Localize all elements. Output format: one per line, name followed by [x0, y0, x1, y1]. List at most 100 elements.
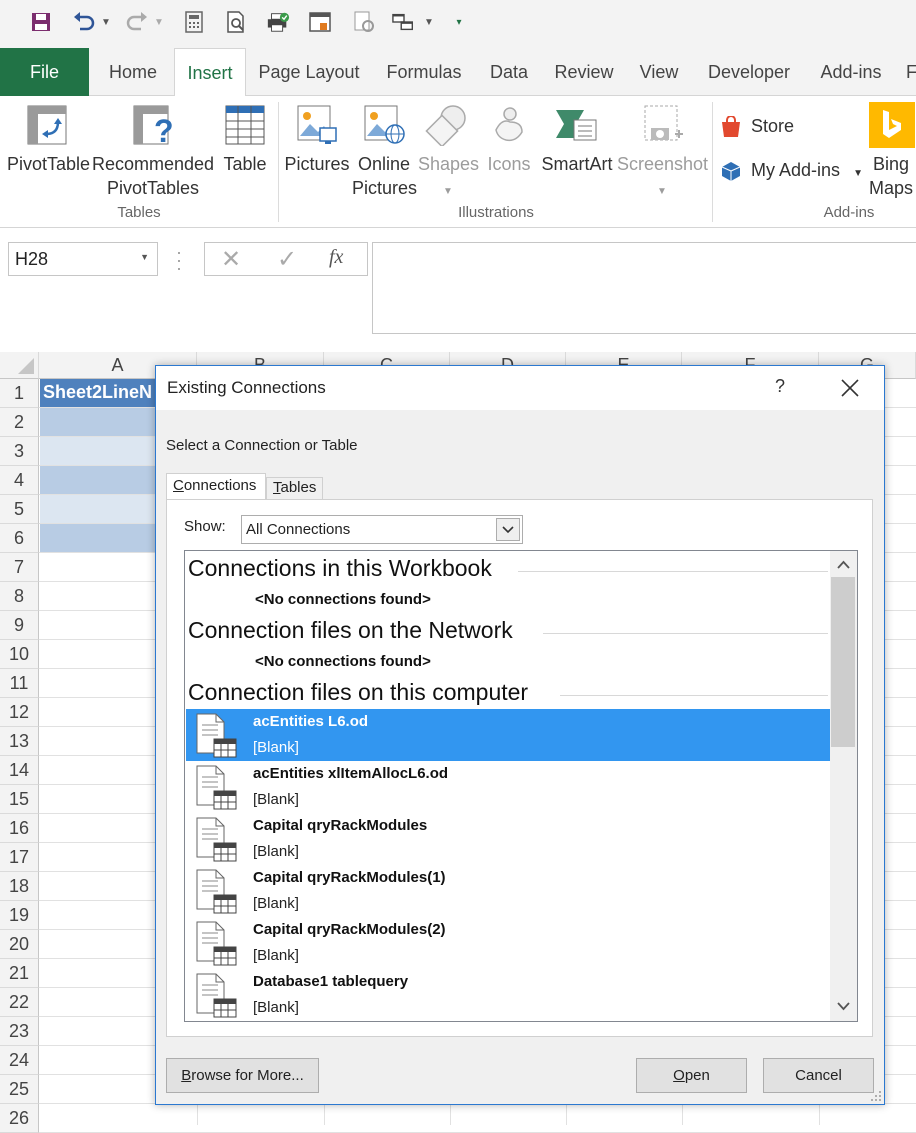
row-header[interactable]: 22 [0, 988, 39, 1017]
shapes-label: Shapes [418, 154, 480, 174]
page-setup-icon[interactable] [308, 10, 332, 34]
quick-print-icon[interactable] [266, 10, 290, 34]
smartart-button[interactable]: SmartArt [540, 104, 614, 176]
cell-a3[interactable] [40, 437, 158, 466]
name-box-dropdown-icon[interactable]: ▼ [140, 252, 149, 262]
row-header[interactable]: 3 [0, 437, 39, 466]
formula-input[interactable] [372, 242, 916, 334]
row-header[interactable]: 19 [0, 901, 39, 930]
row-header[interactable]: 18 [0, 872, 39, 901]
cell-a5[interactable] [40, 495, 158, 524]
row-header[interactable]: 17 [0, 843, 39, 872]
arrange-dropdown-icon[interactable]: ▼ [422, 10, 436, 34]
cell-a4[interactable] [40, 466, 158, 495]
insert-function-icon[interactable]: fx [329, 246, 343, 269]
select-all-corner[interactable] [0, 352, 39, 379]
open-button[interactable]: Open [636, 1058, 747, 1093]
my-addins-button[interactable]: My Add-ins ▼ [720, 158, 863, 186]
row-header[interactable]: 4 [0, 466, 39, 495]
connection-item[interactable]: acEntities L6.od [Blank] [186, 709, 830, 761]
list-scrollbar[interactable] [830, 551, 857, 1021]
online-pictures-button[interactable]: Online Pictures [352, 104, 417, 200]
undo-dropdown-icon[interactable]: ▼ [99, 10, 113, 34]
print-preview-icon[interactable] [224, 10, 248, 34]
table-button[interactable]: Table [220, 104, 270, 176]
row-header[interactable]: 25 [0, 1075, 39, 1104]
row-header[interactable]: 8 [0, 582, 39, 611]
row-header[interactable]: 9 [0, 611, 39, 640]
customize-icon[interactable]: ▾ [452, 10, 466, 34]
row-header[interactable]: 23 [0, 1017, 39, 1046]
close-icon[interactable] [836, 374, 864, 402]
tab-insert[interactable]: Insert [174, 48, 246, 97]
tab-data[interactable]: Data [483, 48, 535, 96]
tab-add-ins[interactable]: Add-ins [812, 48, 890, 96]
cell-a6[interactable] [40, 524, 158, 553]
row-header[interactable]: 12 [0, 698, 39, 727]
row-header[interactable]: 26 [0, 1104, 39, 1133]
tab-formulas[interactable]: Formulas [380, 48, 468, 96]
undo-icon[interactable] [72, 10, 96, 34]
confirm-entry-icon[interactable]: ✓ [277, 245, 297, 274]
connection-item[interactable]: Database1 tablequery [Blank] [186, 969, 830, 1021]
row-header[interactable]: 7 [0, 553, 39, 582]
row-header[interactable]: 6 [0, 524, 39, 553]
connection-item[interactable]: Capital qryRackModules(1) [Blank] [186, 865, 830, 917]
tab-review[interactable]: Review [550, 48, 618, 96]
redo-dropdown-icon[interactable]: ▼ [152, 10, 166, 34]
row-header[interactable]: 20 [0, 930, 39, 959]
cell-a1[interactable]: Sheet2LineN [40, 379, 158, 408]
connection-name: Capital qryRackModules(1) [253, 869, 446, 886]
browse-for-more-button[interactable]: Browse for More... [166, 1058, 319, 1093]
connection-item[interactable]: Capital qryRackModules [Blank] [186, 813, 830, 865]
screenshot-button[interactable]: Screenshot ▼ [617, 104, 708, 204]
resize-grip-icon[interactable] [870, 1090, 882, 1102]
row-header[interactable]: 13 [0, 727, 39, 756]
store-button[interactable]: Store [720, 114, 810, 138]
tab-home[interactable]: Home [97, 48, 169, 96]
pictures-button[interactable]: Pictures [284, 104, 350, 176]
connections-list[interactable]: Connections in this Workbook <No connect… [184, 550, 858, 1022]
row-header[interactable]: 5 [0, 495, 39, 524]
tab-tables[interactable]: Tables [266, 477, 323, 499]
tab-developer[interactable]: Developer [700, 48, 798, 96]
row-header[interactable]: 24 [0, 1046, 39, 1075]
bing-maps-button[interactable]: Bing Maps [866, 100, 916, 200]
help-button[interactable]: ? [769, 376, 791, 397]
calculator-icon[interactable] [182, 10, 206, 34]
row-header[interactable]: 21 [0, 959, 39, 988]
redo-icon[interactable] [125, 10, 149, 34]
shapes-button[interactable]: Shapes ▼ [418, 104, 480, 204]
row-header[interactable]: 1 [0, 379, 39, 408]
scrollbar-thumb[interactable] [831, 577, 855, 747]
show-select[interactable]: All Connections [241, 515, 523, 544]
save-icon[interactable] [29, 10, 53, 34]
tab-partial[interactable]: F [906, 48, 916, 96]
name-box[interactable]: H28 ▼ [8, 242, 158, 276]
connection-item[interactable]: acEntities xlItemAllocL6.od [Blank] [186, 761, 830, 813]
tab-connections[interactable]: Connections [166, 473, 266, 501]
more-options-icon[interactable]: · · · [176, 243, 182, 277]
connection-item[interactable]: Capital qryRackModules(2) [Blank] [186, 917, 830, 969]
scroll-up-icon[interactable] [837, 560, 850, 569]
icons-button[interactable]: Icons [483, 104, 535, 176]
tab-page-layout[interactable]: Page Layout [253, 48, 365, 96]
recommended-pivottables-button[interactable]: ? Recommended PivotTables [92, 104, 214, 200]
arrange-icon[interactable] [392, 10, 416, 34]
row-header[interactable]: 15 [0, 785, 39, 814]
refresh-icon[interactable] [352, 10, 376, 34]
row-header[interactable]: 2 [0, 408, 39, 437]
tab-view[interactable]: View [633, 48, 685, 96]
quick-access-toolbar: ▼ ▼ ▼ ▾ [0, 0, 916, 48]
cancel-button[interactable]: Cancel [763, 1058, 874, 1093]
row-header[interactable]: 10 [0, 640, 39, 669]
row-header[interactable]: 14 [0, 756, 39, 785]
pivottable-button[interactable]: PivotTable [7, 104, 90, 176]
row-header[interactable]: 11 [0, 669, 39, 698]
tab-file[interactable]: File [0, 48, 89, 96]
chevron-down-icon[interactable] [496, 518, 520, 541]
row-header[interactable]: 16 [0, 814, 39, 843]
cancel-entry-icon[interactable]: ✕ [221, 245, 241, 274]
cell-a2[interactable] [40, 408, 158, 437]
scroll-down-icon[interactable] [837, 1002, 850, 1011]
